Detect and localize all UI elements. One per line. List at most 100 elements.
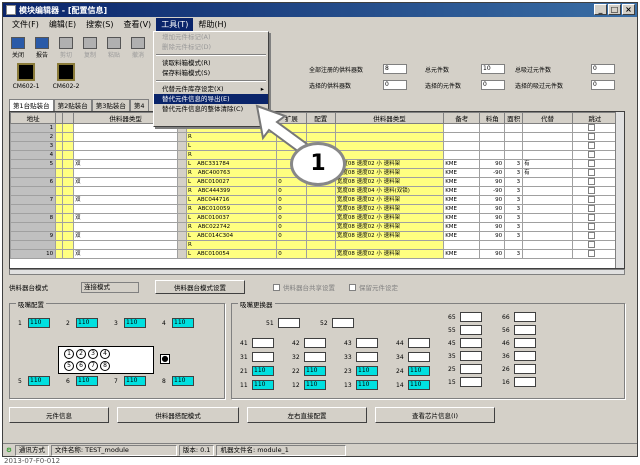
station-slot-22[interactable]: 22 110 [292,366,326,376]
grid-cell[interactable] [504,132,524,142]
grid-cell[interactable]: 宽度08 速度02 小 速料架 [334,222,445,232]
grid-cell[interactable]: KME [443,159,481,169]
grid-cell[interactable] [571,222,619,232]
table-row[interactable]: R ABC022742 0 宽度08 速度02 小 速料架 KME 90 3 [10,222,619,232]
grid-cell[interactable] [571,195,619,205]
grid-cell[interactable]: KME [443,204,481,214]
grid-header-8[interactable]: 供料器类型 [334,112,445,124]
grid-cell[interactable] [334,150,445,160]
grid-cell[interactable]: L ABC010027 [185,177,278,187]
grid-cell[interactable] [571,123,619,133]
grid-cell[interactable] [73,132,178,142]
tools-menu-item-8[interactable]: 替代元件信息的整体清除(C) [154,104,268,114]
grid-cell[interactable] [73,141,178,151]
grid-cell[interactable]: 90 [479,177,506,187]
grid-cell[interactable] [571,132,619,142]
grid-cell[interactable] [334,123,445,133]
station-slot-33[interactable]: 33 [344,352,378,362]
tab-table-4[interactable]: 第4 [129,99,149,111]
toolbar-btn-4[interactable]: 粘贴 [103,33,125,59]
station-slot-14[interactable]: 14 110 [396,380,430,390]
grid-cell[interactable]: 双 [73,195,178,205]
skip-checkbox[interactable] [587,196,595,203]
grid-cell[interactable] [305,186,336,196]
grid-header-13[interactable]: 跳过 [571,112,619,124]
skip-checkbox[interactable] [587,223,595,230]
skip-checkbox[interactable] [587,169,595,176]
station-slot-23[interactable]: 23 110 [344,366,378,376]
grid-cell[interactable]: KME [443,177,481,187]
grid-cell[interactable]: 3 [504,186,524,196]
grid-cell[interactable] [571,204,619,214]
skip-checkbox[interactable] [587,232,595,239]
grid-cell[interactable] [504,123,524,133]
toolbar-btn-2[interactable]: 剪切 [55,33,77,59]
nozzle-slot-2[interactable]: 2 110 [66,318,98,328]
grid-cell[interactable] [61,240,75,250]
grid-cell[interactable] [73,150,178,160]
grid-cell[interactable] [522,240,573,250]
grid-cell[interactable]: 双 [73,159,178,169]
grid-cell[interactable] [55,249,63,259]
grid-cell[interactable] [55,132,63,142]
feeder-pattern-button[interactable]: 供料器搭配模式 [117,407,239,423]
grid-cell[interactable] [443,123,481,133]
grid-cell[interactable]: 90 [479,204,506,214]
table-row[interactable]: R ABC444399 0 宽度08 速度04 小 速料(双锁) KME -90 3 [10,186,619,196]
grid-cell[interactable] [55,141,63,151]
grid-cell[interactable] [522,132,573,142]
grid-cell[interactable] [55,186,63,196]
toolbar-btn-0[interactable]: 关闭 [7,33,29,59]
grid-cell[interactable]: 有 [522,168,573,178]
grid-cell[interactable] [479,123,506,133]
grid-cell[interactable]: 0 [276,249,307,259]
grid-cell[interactable]: 宽度08 速度02 小 速料架 [334,168,445,178]
grid-cell[interactable] [176,150,187,160]
grid-cell[interactable]: 10 [10,249,57,259]
toolbar-btn-5[interactable]: 撤消 [127,33,149,59]
grid-cell[interactable]: 0 [276,213,307,223]
tools-menu-item-4[interactable]: 保存料箱模式(S) [154,68,268,78]
grid-cell[interactable] [73,168,178,178]
skip-checkbox[interactable] [587,250,595,257]
grid-cell[interactable]: 4 [10,150,57,160]
tab-table-3[interactable]: 第3贴装台 [91,99,130,111]
skip-checkbox[interactable] [587,178,595,185]
grid-header-2[interactable] [61,112,75,124]
station-slot-35[interactable]: 35 [448,351,482,361]
grid-cell[interactable] [176,249,187,259]
grid-cell[interactable]: L ABC331784 [185,159,278,169]
grid-cell[interactable]: 6 [10,177,57,187]
grid-header-0[interactable]: 地址 [10,112,57,124]
station-slot-66[interactable]: 66 [502,312,536,322]
grid-cell[interactable] [522,123,573,133]
grid-cell[interactable] [571,177,619,187]
grid-cell[interactable]: KME [443,195,481,205]
grid-cell[interactable]: 宽度08 速度04 小 速料(双锁) [334,186,445,196]
grid-cell[interactable]: 3 [504,195,524,205]
feeder-mode-set-button[interactable]: 供料器台模式设置 [155,280,245,294]
grid-cell[interactable]: 宽度08 速度02 小 速料架 [334,177,445,187]
grid-header-12[interactable]: 代替 [522,112,573,124]
grid-cell[interactable] [61,177,75,187]
grid-cell[interactable]: 宽度08 速度02 小 速料架 [334,231,445,241]
skip-checkbox[interactable] [587,187,595,194]
grid-cell[interactable] [61,168,75,178]
grid-cell[interactable] [176,132,187,142]
module-cm602-1[interactable]: CM602-1 [9,63,43,93]
grid-cell[interactable]: KME [443,231,481,241]
grid-cell[interactable] [176,168,187,178]
toolbar-btn-1[interactable]: 报告 [31,33,53,59]
nozzle-slot-4[interactable]: 4 110 [162,318,194,328]
grid-cell[interactable] [55,231,63,241]
minimize-button[interactable]: _ [594,4,607,15]
grid-cell[interactable]: 0 [276,204,307,214]
grid-cell[interactable]: 3 [504,231,524,241]
nozzle-slot-1[interactable]: 1 110 [18,318,50,328]
grid-cell[interactable] [61,213,75,223]
grid-cell[interactable] [305,231,336,241]
grid-cell[interactable] [176,213,187,223]
grid-cell[interactable]: 3 [504,222,524,232]
station-slot-12[interactable]: 12 110 [292,380,326,390]
grid-cell[interactable] [522,186,573,196]
